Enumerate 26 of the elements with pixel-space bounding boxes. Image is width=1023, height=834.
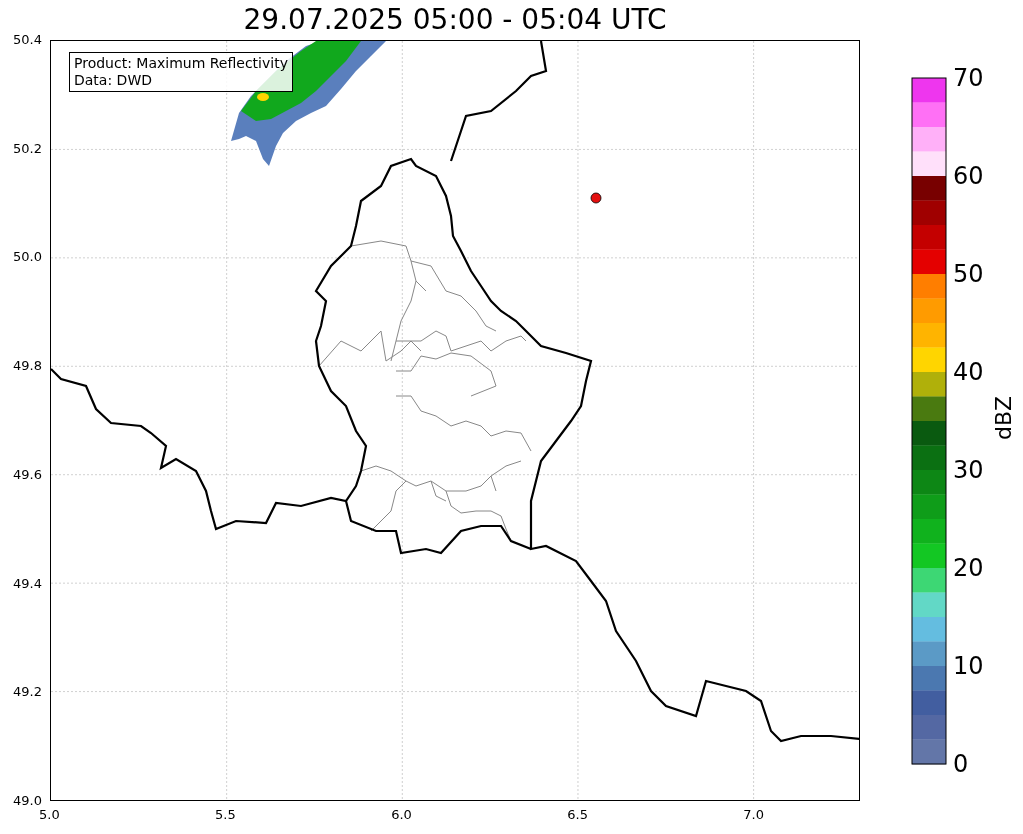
axis-tick-label: 49.8: [13, 358, 42, 374]
axis-tick-label: 50.0: [13, 249, 42, 265]
colorbar-tick-label: 70: [953, 66, 984, 90]
colorbar-tick-label: 20: [953, 556, 984, 580]
axis-tick-label: 6.5: [567, 807, 588, 822]
axis-tick-label: 50.4: [13, 32, 42, 47]
colorbar-tick-label: 30: [953, 458, 984, 482]
colorbar-label: dBZ: [991, 395, 1016, 440]
colorbar-tick-label: 40: [953, 360, 984, 384]
colorbar-tick-label: 50: [953, 262, 984, 286]
axis-tick-label: 6.0: [391, 807, 412, 822]
axis-tick-label: 49.4: [13, 575, 42, 591]
axis-tick-label: 49.0: [13, 793, 42, 808]
axis-tick-label: 5.0: [39, 807, 60, 822]
axis-tick-label: 5.5: [215, 807, 236, 822]
legend-text: Data: DWD: [74, 72, 153, 89]
axis-tick-label: 49.6: [13, 466, 42, 482]
colorbar-tick-label: 10: [953, 654, 984, 678]
colorbar-tick-label: 0: [953, 752, 969, 776]
location-marker: [590, 192, 602, 204]
chart-title: 29.07.2025 05:00 - 05:04 UTC: [242, 2, 668, 38]
axis-tick-label: 49.2: [13, 684, 42, 700]
axis-tick-label: 7.0: [743, 807, 765, 822]
colorbar-tick-label: 60: [953, 164, 984, 188]
legend-text: Product: Maximum Reflectivity: [74, 55, 288, 72]
axis-tick-label: 50.2: [13, 140, 42, 156]
